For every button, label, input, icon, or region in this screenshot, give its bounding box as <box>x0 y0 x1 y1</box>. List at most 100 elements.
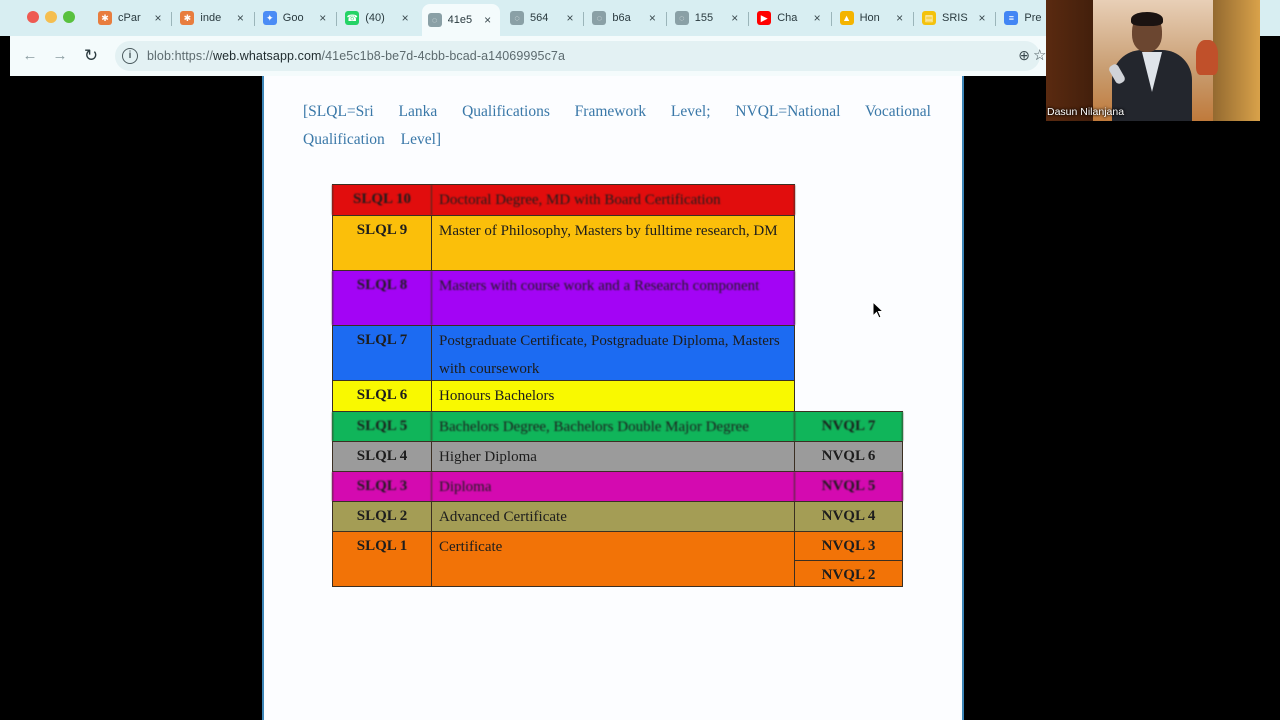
bookmark-star-icon[interactable]: ☆ <box>1033 46 1046 64</box>
table-row: SLQL 8 Masters with course work and a Res… <box>332 270 795 325</box>
qualification-description: Diploma <box>432 472 795 501</box>
tab-favicon-icon: ◌ <box>674 11 689 25</box>
tab-6[interactable]: ◌ b6a × <box>586 6 664 30</box>
url-text[interactable]: blob:https://web.whatsapp.com/41e5c1b8-b… <box>147 49 565 63</box>
abbreviation-note: [SLQL=Sri Lanka Qualifications Framework… <box>303 103 931 148</box>
nvql-level: NVQL 7 <box>795 412 903 441</box>
qualification-description: Higher Diploma <box>432 442 795 471</box>
tab-close-icon[interactable]: × <box>974 11 990 25</box>
tab-favicon-icon: ≡ <box>1004 11 1019 25</box>
tab-favicon-icon: ◌ <box>427 13 442 27</box>
tab-close-icon[interactable]: × <box>232 11 248 25</box>
window-zoom-button[interactable] <box>63 11 75 23</box>
tab-separator <box>748 12 750 26</box>
table-bottom-border <box>332 586 903 587</box>
nvql-level: NVQL 6 <box>795 442 903 471</box>
tab-close-icon[interactable]: × <box>397 11 413 25</box>
slql-level: SLQL 6 <box>332 381 432 411</box>
slql-level: SLQL 1 <box>332 532 432 586</box>
window-close-button[interactable] <box>27 11 39 23</box>
tab-close-icon[interactable]: × <box>727 11 743 25</box>
tab-label: 155 <box>694 12 714 24</box>
tab-5[interactable]: ◌ 564 × <box>504 6 582 30</box>
tab-favicon-icon: ☎ <box>345 11 360 25</box>
tab-7[interactable]: ◌ 155 × <box>669 6 747 30</box>
table-row: SLQL 9 Master of Philosophy, Masters by f… <box>332 215 795 270</box>
tab-8[interactable]: ▶ Cha × <box>751 6 829 30</box>
tab-close-icon[interactable]: × <box>892 11 908 25</box>
participant-name: Dasun Nilanjana <box>1047 106 1125 118</box>
tab-separator <box>171 12 173 26</box>
video-decor <box>1196 40 1218 75</box>
table-row: SLQL 6 Honours Bachelors <box>332 380 795 411</box>
nvql-level-upper: NVQL 3 <box>795 532 902 561</box>
tab-4[interactable]: ◌ 41e5 × <box>421 4 500 36</box>
nvql-level: NVQL 4 <box>795 502 903 531</box>
tab-close-icon[interactable]: × <box>480 13 496 27</box>
slql-level: SLQL 10 <box>332 185 432 215</box>
tab-2[interactable]: ✦ Goo × <box>257 6 335 30</box>
tab-separator <box>583 12 585 26</box>
nvql-level: NVQL 3 NVQL 2 <box>795 532 903 586</box>
url-scheme: blob:https:// <box>147 49 213 63</box>
tab-label: 564 <box>530 12 549 24</box>
qualification-description: Certificate <box>432 532 795 586</box>
tab-favicon-icon: ▤ <box>922 11 936 25</box>
qualification-description: Doctoral Degree, MD with Board Certifica… <box>432 185 795 215</box>
tab-10[interactable]: ▤ SRIS × <box>916 6 994 30</box>
tab-label: Cha <box>777 12 798 24</box>
tab-label: SRIS <box>942 12 968 24</box>
nvql-level-lower: NVQL 2 <box>821 567 876 583</box>
tab-separator <box>830 12 832 26</box>
back-button[interactable]: ← <box>20 46 40 66</box>
qualification-description: Honours Bachelors <box>432 381 795 411</box>
tab-1[interactable]: ✱ inde × <box>174 6 252 30</box>
tab-label: 41e5 <box>447 14 473 26</box>
url-host: web.whatsapp.com <box>212 49 322 63</box>
speaker-hair <box>1131 12 1163 26</box>
site-info-icon[interactable]: i <box>122 48 138 64</box>
reload-button[interactable]: ↻ <box>81 46 101 66</box>
slql-level: SLQL 7 <box>332 326 432 380</box>
qualification-description: Master of Philosophy, Masters by fulltim… <box>432 216 795 270</box>
tab-favicon-icon: ▶ <box>757 11 772 25</box>
window-minimize-button[interactable] <box>45 11 57 23</box>
tab-separator <box>336 12 338 26</box>
table-row: SLQL 7 Postgraduate Certificate, Postgrad… <box>332 325 795 380</box>
tab-close-icon[interactable]: × <box>809 11 825 25</box>
url-path: /41e5c1b8-be7d-4cbb-bcad-a14069995c7a <box>321 49 566 63</box>
tab-0[interactable]: ✱ cPar × <box>92 6 170 30</box>
mouse-cursor-icon <box>872 301 884 319</box>
tab-label: inde <box>200 12 222 24</box>
tab-separator <box>995 12 997 26</box>
table-row: SLQL 4 Higher Diploma NVQL 6 <box>332 441 903 471</box>
table-row: SLQL 5 Bachelors Degree, Bachelors Double… <box>332 411 903 441</box>
slql-level: SLQL 2 <box>332 502 432 531</box>
tab-favicon-icon: ✦ <box>262 11 277 25</box>
tab-separator <box>253 12 255 26</box>
zoom-icon[interactable]: ⊕ <box>1018 47 1030 64</box>
tab-favicon-icon: ▲ <box>839 11 854 25</box>
tab-label: Goo <box>282 12 304 24</box>
tab-label: (40) <box>365 12 385 24</box>
qualification-description: Advanced Certificate <box>432 502 795 531</box>
tab-close-icon[interactable]: × <box>150 11 166 25</box>
qualification-description: Postgraduate Certificate, Postgraduate D… <box>432 326 795 380</box>
tab-close-icon[interactable]: × <box>315 11 331 25</box>
slql-level: SLQL 4 <box>332 442 432 471</box>
tab-label: cPar <box>118 12 141 24</box>
forward-button[interactable]: → <box>50 46 70 66</box>
tab-favicon-icon: ✱ <box>180 11 195 25</box>
table-row: SLQL 1 Certificate NVQL 3 NVQL 2 <box>332 531 903 586</box>
slql-level: SLQL 9 <box>332 216 432 270</box>
table-row: SLQL 10 Doctoral Degree, MD with Board Ce… <box>332 184 795 215</box>
tab-favicon-icon: ◌ <box>592 11 607 25</box>
qualification-description: Masters with course work and a Research … <box>432 271 795 325</box>
tab-close-icon[interactable]: × <box>644 11 660 25</box>
tab-close-icon[interactable]: × <box>562 11 578 25</box>
address-bar[interactable]: i blob:https://web.whatsapp.com/41e5c1b8… <box>115 41 1040 71</box>
browser-toolbar: ← → ↻ i blob:https://web.whatsapp.com/41… <box>10 36 1047 76</box>
tab-3[interactable]: ☎ (40) × <box>339 6 417 30</box>
participant-video <box>1046 0 1260 121</box>
tab-9[interactable]: ▲ Hon × <box>834 6 912 30</box>
